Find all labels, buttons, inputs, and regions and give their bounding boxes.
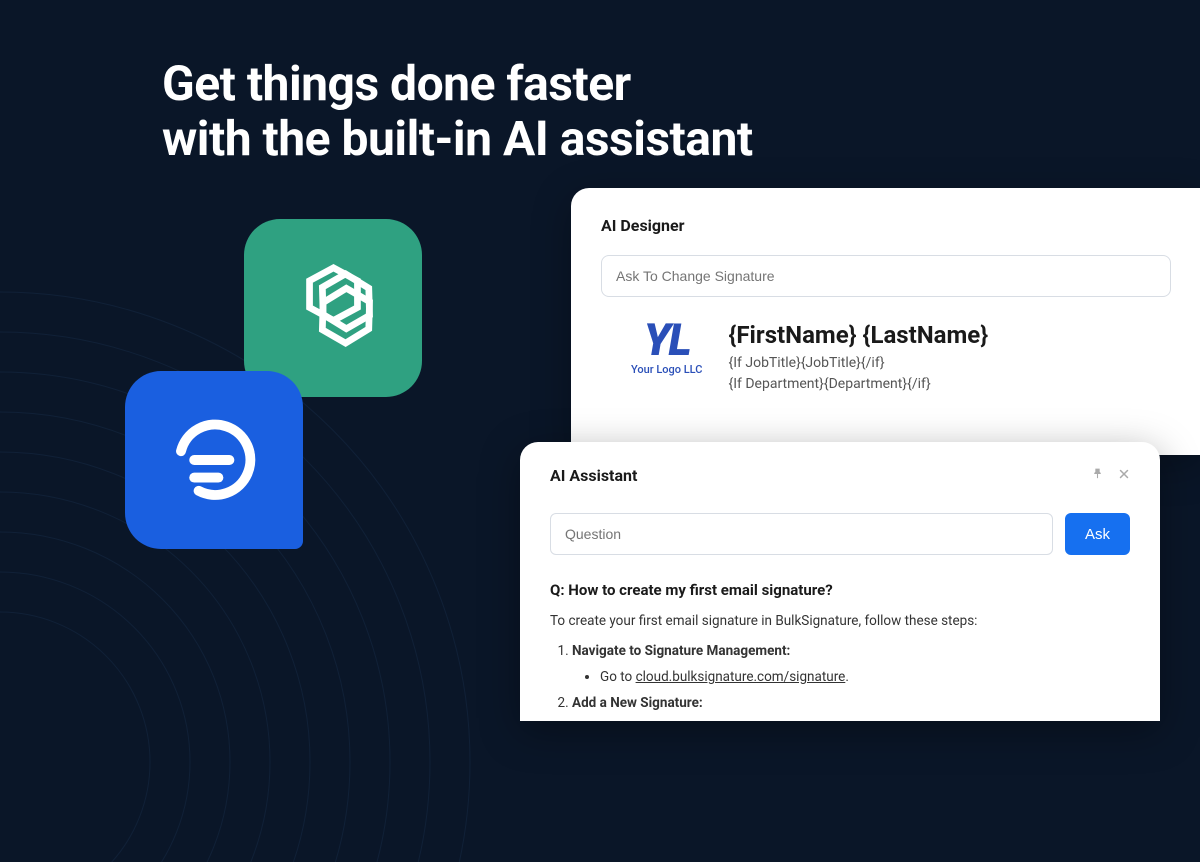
signature-preview: YL Your Logo LLC {FirstName} {LastName} … bbox=[601, 321, 1171, 395]
ai-designer-title: AI Designer bbox=[601, 216, 1171, 235]
signature-text-block: {FirstName} {LastName} {If JobTitle}{Job… bbox=[728, 321, 1171, 395]
qa-intro: To create your first email signature in … bbox=[550, 613, 1130, 629]
pin-icon[interactable] bbox=[1091, 467, 1104, 484]
qa-step-1-link[interactable]: cloud.bulksignature.com/signature bbox=[636, 669, 846, 685]
signature-logo-sub: Your Logo LLC bbox=[631, 363, 702, 376]
qa-question: Q: How to create my first email signatur… bbox=[550, 581, 1130, 599]
headline-line2: with the built-in AI assistant bbox=[162, 110, 753, 167]
ai-assistant-title: AI Assistant bbox=[550, 466, 637, 485]
ai-assistant-panel: AI Assistant Ask Q: How to create my fir… bbox=[520, 442, 1160, 721]
question-input[interactable] bbox=[550, 513, 1053, 555]
qa-step-1-period: . bbox=[845, 669, 849, 685]
signature-department: {If Department}{Department}{/if} bbox=[728, 374, 1171, 395]
ai-designer-panel: AI Designer YL Your Logo LLC {FirstName}… bbox=[571, 188, 1200, 455]
qa-step-1-goto: Go to bbox=[600, 669, 636, 685]
headline: Get things done faster with the built-in… bbox=[162, 56, 753, 166]
signature-name: {FirstName} {LastName} bbox=[728, 321, 1171, 349]
signature-logo: YL Your Logo LLC bbox=[631, 321, 702, 395]
designer-prompt-input[interactable] bbox=[601, 255, 1171, 297]
signature-jobtitle: {If JobTitle}{JobTitle}{/if} bbox=[728, 353, 1171, 374]
qa-step-1-title: Navigate to Signature Management: bbox=[572, 643, 790, 659]
qa-step-1: Navigate to Signature Management: Go to … bbox=[572, 643, 1130, 685]
bulksignature-icon bbox=[125, 371, 303, 549]
qa-step-2: Add a New Signature: bbox=[572, 695, 1130, 711]
qa-step-1-detail: Go to cloud.bulksignature.com/signature. bbox=[600, 669, 1130, 685]
headline-line1: Get things done faster bbox=[162, 55, 631, 112]
qa-block: Q: How to create my first email signatur… bbox=[550, 581, 1130, 711]
qa-step-2-title: Add a New Signature: bbox=[572, 695, 703, 711]
close-icon[interactable] bbox=[1118, 468, 1130, 484]
ask-button[interactable]: Ask bbox=[1065, 513, 1130, 555]
signature-logo-text: YL bbox=[644, 321, 690, 361]
qa-steps: Navigate to Signature Management: Go to … bbox=[550, 643, 1130, 711]
